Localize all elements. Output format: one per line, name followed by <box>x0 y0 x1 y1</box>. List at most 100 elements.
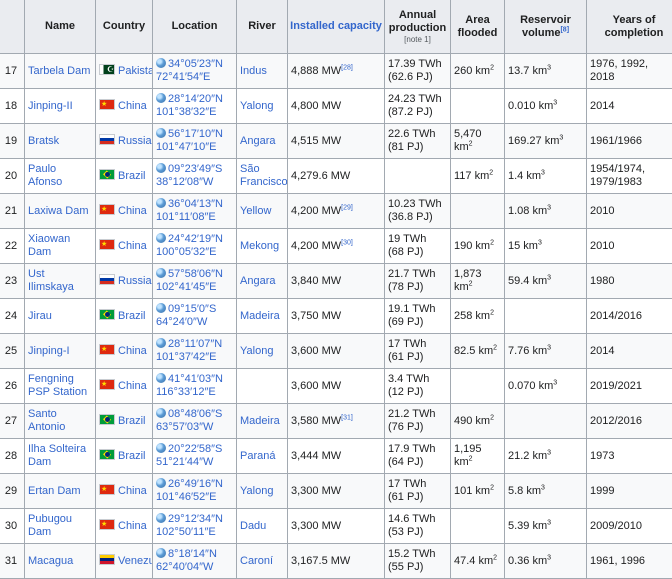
globe-icon[interactable] <box>156 93 166 103</box>
dam-name-link[interactable]: Ust Ilimskaya <box>28 268 74 293</box>
dam-name-link[interactable]: Bratsk <box>28 135 59 147</box>
capacity-ref-link[interactable]: [28] <box>341 64 353 71</box>
country-link[interactable]: Russia <box>118 135 152 147</box>
capacity-ref-link[interactable]: [31] <box>341 414 353 421</box>
globe-icon[interactable] <box>156 478 166 488</box>
latitude-link[interactable]: 26°49′16″N <box>168 478 223 490</box>
river-link[interactable]: Indus <box>240 65 267 77</box>
dam-name-link[interactable]: Fengning PSP Station <box>28 373 87 398</box>
country-link[interactable]: Venezuela <box>118 555 153 567</box>
capacity-ref-link[interactable]: [29] <box>341 204 353 211</box>
river-link[interactable]: São Francisco <box>240 163 288 188</box>
dam-name-link[interactable]: Ertan Dam <box>28 485 81 497</box>
river-link[interactable]: Mekong <box>240 240 279 252</box>
longitude-link[interactable]: 101°38′32″E <box>156 106 233 119</box>
river-link[interactable]: Yalong <box>240 485 273 497</box>
longitude-link[interactable]: 102°41′45″E <box>156 281 233 294</box>
latitude-link[interactable]: 41°41′03″N <box>168 373 223 385</box>
dam-name-link[interactable]: Jirau <box>28 310 52 322</box>
name-header[interactable]: Name <box>25 0 96 54</box>
latitude-link[interactable]: 8°18′14″N <box>168 548 217 560</box>
dam-name-link[interactable]: Jinping-II <box>28 100 73 112</box>
globe-icon[interactable] <box>156 443 166 453</box>
latitude-link[interactable]: 08°48′06″S <box>168 408 222 420</box>
installed-capacity-link[interactable]: Installed capacity <box>290 20 382 32</box>
dam-name-link[interactable]: Macagua <box>28 555 73 567</box>
latitude-link[interactable]: 56°17′10″N <box>168 128 223 140</box>
country-link[interactable]: Brazil <box>118 170 146 182</box>
globe-icon[interactable] <box>156 513 166 523</box>
latitude-link[interactable]: 24°42′19″N <box>168 233 223 245</box>
latitude-link[interactable]: 57°58′06″N <box>168 268 223 280</box>
country-link[interactable]: China <box>118 205 147 217</box>
globe-icon[interactable] <box>156 128 166 138</box>
longitude-link[interactable]: 38°12′08″W <box>156 176 233 189</box>
dam-name-link[interactable]: Tarbela Dam <box>28 65 90 77</box>
production-header[interactable]: Annual production[note 1] <box>385 0 451 54</box>
capacity-ref-link[interactable]: [30] <box>341 239 353 246</box>
globe-icon[interactable] <box>156 233 166 243</box>
river-link[interactable]: Angara <box>240 275 275 287</box>
dam-name-link[interactable]: Jinping-I <box>28 345 70 357</box>
dam-name-link[interactable]: Pubugou Dam <box>28 513 72 538</box>
globe-icon[interactable] <box>156 548 166 558</box>
river-link[interactable]: Yellow <box>240 205 271 217</box>
longitude-link[interactable]: 72°41′54″E <box>156 71 233 84</box>
longitude-link[interactable]: 100°05′32″E <box>156 246 233 259</box>
globe-icon[interactable] <box>156 268 166 278</box>
latitude-link[interactable]: 34°05′23″N <box>168 58 223 70</box>
globe-icon[interactable] <box>156 408 166 418</box>
river-link[interactable]: Madeira <box>240 415 280 427</box>
longitude-link[interactable]: 101°37′42″E <box>156 351 233 364</box>
country-link[interactable]: Brazil <box>118 415 146 427</box>
latitude-link[interactable]: 20°22′58″S <box>168 443 222 455</box>
river-header[interactable]: River <box>237 0 288 54</box>
reservoir-ref-link[interactable]: [8] <box>560 26 569 33</box>
latitude-link[interactable]: 09°23′49″S <box>168 163 222 175</box>
dam-name-link[interactable]: Xiaowan Dam <box>28 233 70 258</box>
longitude-link[interactable]: 101°47′10″E <box>156 141 233 154</box>
country-link[interactable]: Russia <box>118 275 152 287</box>
note-1-link[interactable]: [note 1] <box>387 35 448 45</box>
dam-name-link[interactable]: Paulo Afonso <box>28 163 62 188</box>
river-link[interactable]: Yalong <box>240 100 273 112</box>
location-header[interactable]: Location <box>153 0 237 54</box>
longitude-link[interactable]: 64°24′0″W <box>156 316 233 329</box>
river-link[interactable]: Angara <box>240 135 275 147</box>
capacity-header[interactable]: Installed capacity <box>288 0 385 54</box>
latitude-link[interactable]: 28°11′07″N <box>168 338 222 350</box>
rank-header[interactable] <box>0 0 25 54</box>
country-header[interactable]: Country <box>96 0 153 54</box>
river-link[interactable]: Caroní <box>240 555 273 567</box>
country-link[interactable]: China <box>118 100 147 112</box>
longitude-link[interactable]: 102°50′11″E <box>156 526 233 539</box>
river-link[interactable]: Paraná <box>240 450 275 462</box>
country-link[interactable]: China <box>118 380 147 392</box>
longitude-link[interactable]: 116°33′12″E <box>156 386 233 399</box>
dam-name-link[interactable]: Ilha Solteira Dam <box>28 443 86 468</box>
river-link[interactable]: Madeira <box>240 310 280 322</box>
country-link[interactable]: China <box>118 345 147 357</box>
globe-icon[interactable] <box>156 338 166 348</box>
longitude-link[interactable]: 101°11′08″E <box>156 211 233 224</box>
reservoir-header[interactable]: Reservoir volume[8] <box>505 0 587 54</box>
years-header[interactable]: Years of completion <box>587 0 672 54</box>
river-link[interactable]: Dadu <box>240 520 266 532</box>
area-header[interactable]: Area flooded <box>451 0 505 54</box>
country-link[interactable]: Brazil <box>118 450 146 462</box>
globe-icon[interactable] <box>156 373 166 383</box>
country-link[interactable]: China <box>118 485 147 497</box>
latitude-link[interactable]: 28°14′20″N <box>168 93 223 105</box>
latitude-link[interactable]: 09°15′0″S <box>168 303 216 315</box>
latitude-link[interactable]: 36°04′13″N <box>168 198 223 210</box>
country-link[interactable]: Pakistan <box>118 65 153 77</box>
longitude-link[interactable]: 63°57′03″W <box>156 421 233 434</box>
country-link[interactable]: China <box>118 240 147 252</box>
globe-icon[interactable] <box>156 58 166 68</box>
longitude-link[interactable]: 51°21′44″W <box>156 456 233 469</box>
river-link[interactable]: Yalong <box>240 345 273 357</box>
latitude-link[interactable]: 29°12′34″N <box>168 513 223 525</box>
dam-name-link[interactable]: Laxiwa Dam <box>28 205 89 217</box>
globe-icon[interactable] <box>156 303 166 313</box>
globe-icon[interactable] <box>156 198 166 208</box>
